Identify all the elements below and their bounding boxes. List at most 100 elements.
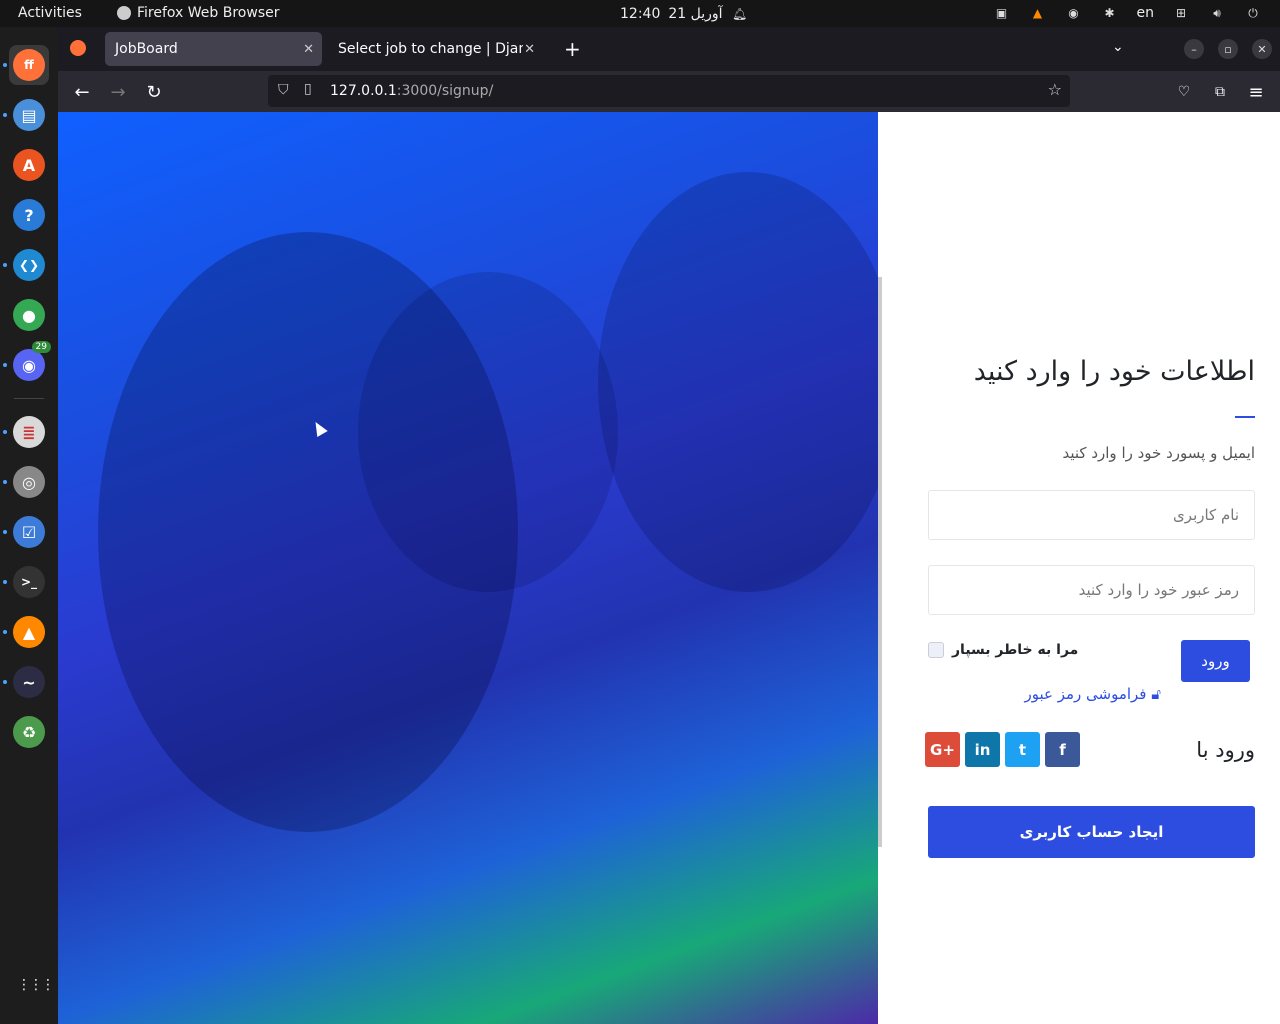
clock[interactable]: 12:40 آوریل 21 🔔︎ — [620, 5, 749, 23]
running-indicator — [3, 530, 7, 534]
firefox-icon: ff — [13, 49, 45, 81]
discord-tray-icon[interactable]: ◉ — [1065, 4, 1083, 22]
hero-image — [58, 112, 878, 1024]
firefox-view-icon[interactable] — [70, 40, 86, 56]
volume-icon[interactable]: 🔊︎ — [1208, 4, 1226, 22]
active-app-name: Firefox Web Browser — [137, 5, 280, 21]
twitter-button[interactable]: t — [1005, 732, 1040, 767]
running-indicator — [3, 363, 7, 367]
network-icon[interactable]: ⊞ — [1172, 4, 1190, 22]
trash-icon: ♻ — [13, 716, 45, 748]
remember-me-checkbox[interactable] — [928, 642, 944, 658]
tab-jobboard[interactable]: JobBoard ✕ — [105, 32, 322, 66]
app-center-icon: A — [13, 149, 45, 181]
title-underline — [1235, 416, 1255, 418]
running-indicator — [3, 680, 7, 684]
todo-icon: ☑ — [13, 516, 45, 548]
extensions-icon[interactable]: ⧉ — [1208, 80, 1232, 104]
tab-label: JobBoard — [115, 41, 178, 57]
document-viewer-icon: ≣ — [13, 416, 45, 448]
dock-kali[interactable]: ~ — [9, 662, 49, 702]
social-login-label: ورود با — [1196, 738, 1255, 762]
show-apps-icon[interactable]: ⋮⋮⋮ — [17, 977, 55, 993]
pocket-icon[interactable]: ♡ — [1172, 80, 1196, 104]
clock-date: آوریل 21 — [668, 6, 723, 22]
login-form: اطلاعات خود را وارد کنید ایمیل و پسورد خ… — [925, 112, 1256, 1024]
close-tab-icon[interactable]: ✕ — [524, 42, 535, 57]
dock-disks[interactable]: ◎ — [9, 462, 49, 502]
forgot-password-label: فراموشی رمز عبور — [1024, 685, 1147, 703]
bookmark-star-icon[interactable]: ☆ — [1048, 80, 1062, 99]
help-icon: ? — [13, 199, 45, 231]
remember-me[interactable]: مرا به خاطر بسپار — [928, 642, 1078, 658]
clock-time: 12:40 — [620, 6, 661, 22]
dock-vscode[interactable]: ❮❯ — [9, 245, 49, 285]
maximize-button[interactable]: ▫ — [1218, 39, 1238, 59]
browser-tab-bar: JobBoard ✕ Select job to change | Django… — [58, 27, 1280, 71]
password-input[interactable]: رمز عبور خود را وارد کنید — [928, 565, 1255, 615]
linkedin-button[interactable]: in — [965, 732, 1000, 767]
tab-label: Select job to change | Django — [338, 41, 523, 57]
bell-icon: 🔔︎ — [731, 7, 748, 21]
list-tabs-icon[interactable]: ⌄ — [1112, 39, 1124, 55]
running-indicator — [3, 263, 7, 267]
page-icon[interactable]: ▯ — [304, 81, 312, 97]
google-plus-button[interactable]: G+ — [925, 732, 960, 767]
form-subtitle: ایمیل و پسورد خود را وارد کنید — [1062, 444, 1256, 462]
scrollbar[interactable] — [878, 277, 882, 847]
remember-me-label: مرا به خاطر بسپار — [952, 642, 1079, 658]
dock-terminal[interactable]: >_ — [9, 562, 49, 602]
reload-icon[interactable]: ↻ — [142, 80, 166, 104]
url-text[interactable]: 127.0.0.1:3000/signup/ — [330, 83, 493, 99]
files-icon: ▤ — [13, 99, 45, 131]
camera-icon[interactable]: ▣ — [993, 4, 1011, 22]
create-account-button[interactable]: ایجاد حساب کاربری — [928, 806, 1255, 858]
running-indicator — [3, 63, 7, 67]
running-indicator — [3, 430, 7, 434]
dock-firefox[interactable]: ff — [9, 45, 49, 85]
firefox-small-icon — [117, 6, 131, 20]
dock-todo[interactable]: ☑ — [9, 512, 49, 552]
close-window-button[interactable]: ✕ — [1252, 39, 1272, 59]
system-tray[interactable]: ▣ ▲ ◉ ✱ en ⊞ 🔊︎ ⏻ — [993, 4, 1263, 22]
notification-badge: 29 — [31, 341, 51, 353]
vscode-icon: ❮❯ — [13, 249, 45, 281]
minimize-button[interactable]: – — [1184, 39, 1204, 59]
shield-icon[interactable]: ⛉ — [278, 82, 289, 98]
disks-icon: ◎ — [13, 466, 45, 498]
menu-icon[interactable]: ≡ — [1244, 80, 1268, 104]
vlc-tray-icon[interactable]: ▲ — [1029, 4, 1047, 22]
dock-trash[interactable]: ♻ — [9, 712, 49, 752]
language-indicator[interactable]: en — [1137, 5, 1155, 21]
close-tab-icon[interactable]: ✕ — [303, 42, 314, 57]
forgot-password-link[interactable]: 🔓︎ فراموشی رمز عبور — [1024, 685, 1161, 703]
back-icon[interactable]: ← — [70, 80, 94, 104]
dock-chrome[interactable]: ● — [9, 295, 49, 335]
power-icon[interactable]: ⏻ — [1244, 4, 1262, 22]
dock-document-viewer[interactable]: ≣ — [9, 412, 49, 452]
running-indicator — [3, 480, 7, 484]
dock-help[interactable]: ? — [9, 195, 49, 235]
url-bar[interactable]: ⛉ ▯ 127.0.0.1:3000/signup/ ☆ — [268, 75, 1070, 107]
running-indicator — [3, 630, 7, 634]
forward-icon[interactable]: → — [106, 80, 130, 104]
dock-files[interactable]: ▤ — [9, 95, 49, 135]
web-page: اطلاعات خود را وارد کنید ایمیل و پسورد خ… — [58, 112, 1280, 1024]
form-title: اطلاعات خود را وارد کنید — [973, 356, 1255, 387]
kali-icon: ~ — [13, 666, 45, 698]
tab-django-admin[interactable]: Select job to change | Django ✕ — [328, 32, 543, 66]
facebook-button[interactable]: f — [1045, 732, 1080, 767]
activities-button[interactable]: Activities — [18, 5, 82, 21]
login-button[interactable]: ورود — [1181, 640, 1250, 682]
new-tab-button[interactable]: + — [564, 37, 581, 61]
chrome-icon: ● — [13, 299, 45, 331]
browser-nav-bar: ← → ↻ ⛉ ▯ 127.0.0.1:3000/signup/ ☆ ♡ ⧉ ≡ — [58, 71, 1280, 112]
dock-app-center[interactable]: A — [9, 145, 49, 185]
username-input[interactable]: نام کاربری — [928, 490, 1255, 540]
unlock-icon: 🔓︎ — [1151, 685, 1161, 703]
dock-vlc[interactable]: ▲ — [9, 612, 49, 652]
running-indicator — [3, 113, 7, 117]
network-tray-icon[interactable]: ✱ — [1101, 4, 1119, 22]
dock-discord[interactable]: ◉ 29 — [9, 341, 51, 385]
active-app-menu[interactable]: Firefox Web Browser — [117, 5, 280, 21]
